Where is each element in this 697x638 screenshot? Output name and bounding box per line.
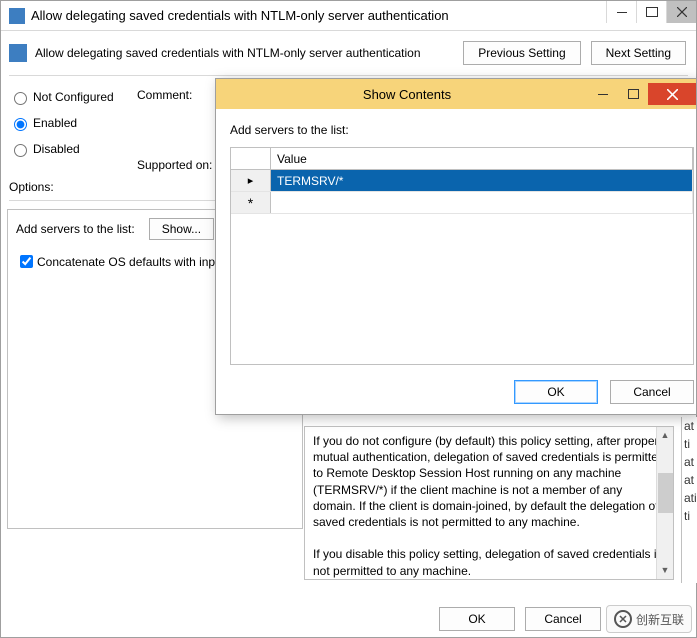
concat-checkbox[interactable] — [20, 255, 33, 268]
state-radios: Not Configured Enabled Disabled — [9, 84, 129, 172]
dialog-prompt: Add servers to the list: — [230, 123, 694, 137]
clipped-text-fragment: at ti at at ati ti — [681, 417, 697, 583]
concat-label: Concatenate OS defaults with input — [37, 255, 225, 269]
dialog-minimize-button[interactable] — [588, 83, 618, 105]
add-servers-label: Add servers to the list: — [16, 222, 135, 236]
previous-setting-button[interactable]: Previous Setting — [463, 41, 580, 65]
grid-cell-0[interactable]: TERMSRV/* — [271, 170, 693, 191]
window-controls — [606, 1, 696, 30]
meta-column: Comment: Supported on: — [129, 84, 212, 172]
show-button[interactable]: Show... — [149, 218, 214, 240]
value-grid[interactable]: Value TERMSRV/* — [230, 147, 694, 365]
help-text-1: If you do not configure (by default) thi… — [313, 433, 665, 530]
dialog-maximize-button[interactable] — [618, 83, 648, 105]
grid-row-0[interactable]: TERMSRV/* — [231, 170, 693, 192]
help-scrollbar[interactable]: ▲ ▼ — [656, 427, 673, 579]
grid-row-new[interactable] — [231, 192, 693, 214]
dialog-cancel-button[interactable]: Cancel — [610, 380, 694, 404]
radio-not-configured[interactable]: Not Configured — [9, 84, 129, 110]
frag-3: at — [684, 453, 697, 471]
dialog-window-controls — [588, 83, 696, 105]
grid-column-value[interactable]: Value — [271, 148, 693, 169]
main-titlebar[interactable]: Allow delegating saved credentials with … — [1, 1, 696, 31]
comment-label: Comment: — [137, 88, 212, 102]
help-pane: If you do not configure (by default) thi… — [304, 426, 674, 580]
close-button[interactable] — [666, 1, 696, 23]
dialog-title: Show Contents — [226, 87, 588, 102]
radio-enabled-input[interactable] — [14, 118, 27, 131]
dialog-close-button[interactable] — [648, 83, 696, 105]
watermark-text: 创新互联 — [636, 611, 684, 628]
main-dialog-buttons: OK Cancel — [1, 607, 696, 631]
policy-header-label: Allow delegating saved credentials with … — [35, 46, 453, 60]
dialog-body: Add servers to the list: Value TERMSRV/* — [216, 109, 696, 375]
dialog-ok-button[interactable]: OK — [514, 380, 598, 404]
radio-disabled-input[interactable] — [14, 144, 27, 157]
radio-enabled-label: Enabled — [33, 116, 77, 130]
window-title: Allow delegating saved credentials with … — [31, 8, 606, 23]
maximize-button[interactable] — [636, 1, 666, 23]
radio-disabled-label: Disabled — [33, 142, 80, 156]
watermark-icon: ✕ — [614, 610, 632, 628]
frag-5: ati — [684, 489, 697, 507]
radio-not-configured-input[interactable] — [14, 92, 27, 105]
minimize-button[interactable] — [606, 1, 636, 23]
radio-not-configured-label: Not Configured — [33, 90, 114, 104]
supported-on-label: Supported on: — [137, 158, 212, 172]
frag-6: ti — [684, 507, 697, 525]
scroll-thumb[interactable] — [658, 473, 673, 513]
dialog-footer: OK Cancel — [514, 380, 694, 404]
main-cancel-button[interactable]: Cancel — [525, 607, 601, 631]
frag-1: at — [684, 417, 697, 435]
row-marker-current-icon — [231, 170, 271, 191]
main-ok-button[interactable]: OK — [439, 607, 515, 631]
row-marker-new-icon — [231, 192, 271, 213]
app-icon — [9, 8, 25, 24]
divider — [9, 75, 688, 76]
radio-enabled[interactable]: Enabled — [9, 110, 129, 136]
show-contents-dialog: Show Contents Add servers to the list: V… — [215, 78, 697, 415]
grid-corner — [231, 148, 271, 169]
help-text-2: If you disable this policy setting, dele… — [313, 546, 665, 578]
scroll-down-icon[interactable]: ▼ — [657, 562, 673, 579]
policy-icon — [9, 44, 27, 62]
grid-header: Value — [231, 148, 693, 170]
grid-cell-new[interactable] — [271, 192, 693, 213]
frag-2: ti — [684, 435, 697, 453]
radio-disabled[interactable]: Disabled — [9, 136, 129, 162]
next-setting-button[interactable]: Next Setting — [591, 41, 686, 65]
policy-header-row: Allow delegating saved credentials with … — [1, 31, 696, 73]
frag-4: at — [684, 471, 697, 489]
scroll-up-icon[interactable]: ▲ — [657, 427, 673, 444]
dialog-titlebar[interactable]: Show Contents — [216, 79, 696, 109]
watermark: ✕ 创新互联 — [606, 605, 692, 633]
